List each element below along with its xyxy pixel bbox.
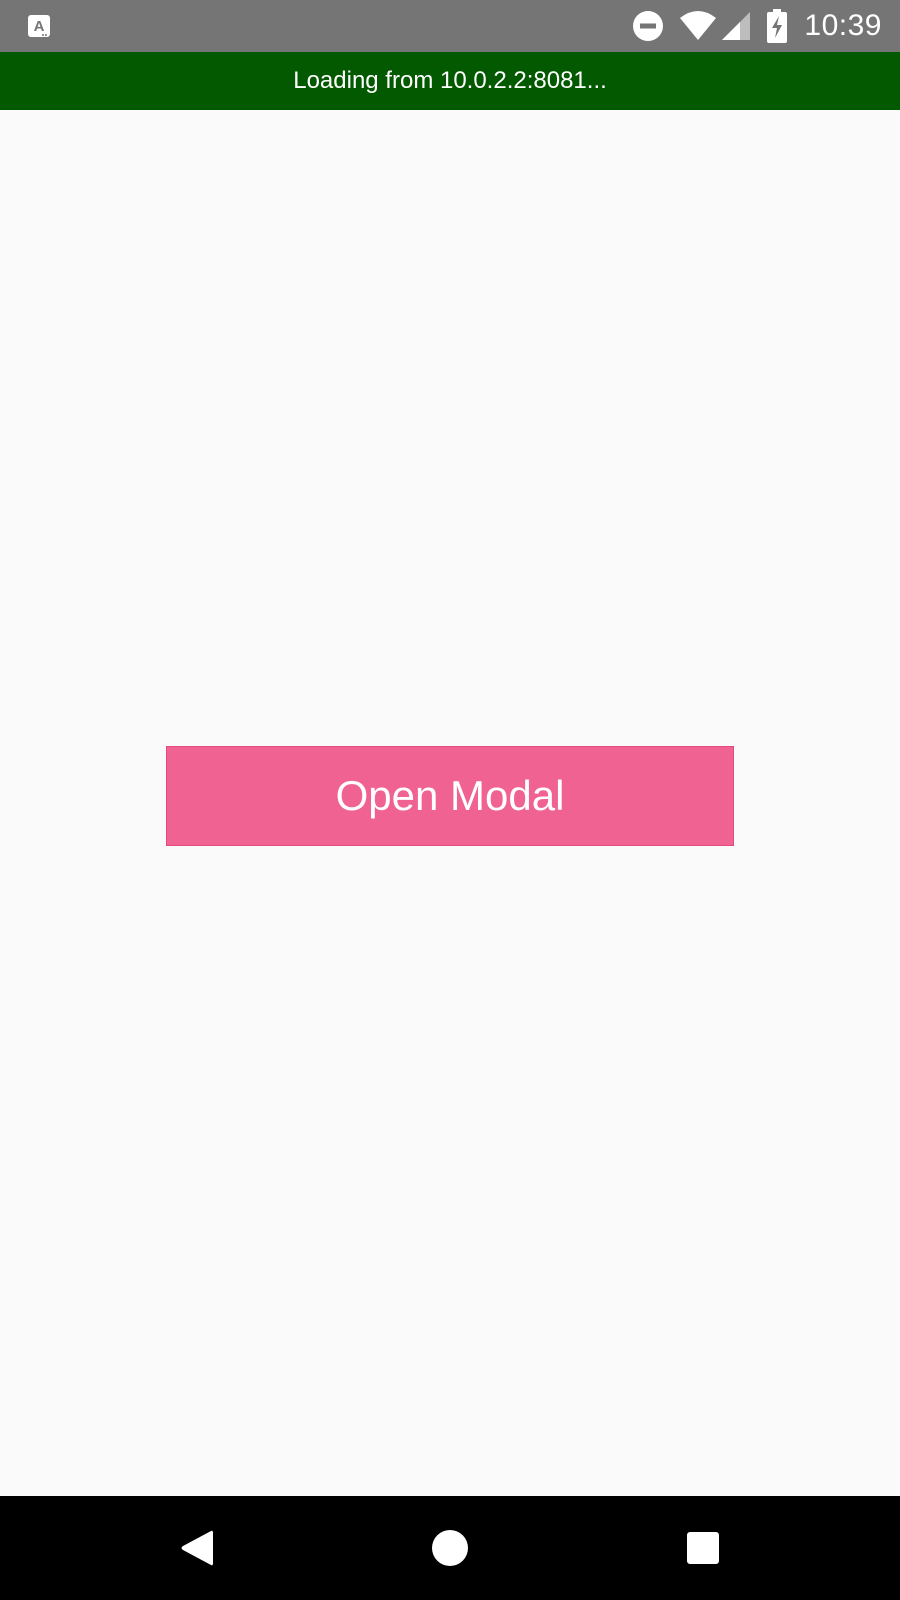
cellular-signal-icon (722, 12, 751, 40)
status-icons: 10:39 (632, 0, 882, 52)
navigation-bar (0, 1496, 900, 1600)
battery-charging-icon (767, 9, 788, 43)
home-button[interactable] (430, 1528, 470, 1568)
loading-banner-text: Loading from 10.0.2.2:8081... (293, 67, 607, 94)
recents-button[interactable] (683, 1528, 723, 1568)
recents-square-icon (687, 1532, 719, 1564)
loading-banner: Loading from 10.0.2.2:8081... (0, 52, 900, 110)
status-time: 10:39 (804, 9, 882, 42)
main-content: Open Modal (0, 110, 900, 1496)
status-bar: A 10:39 (0, 0, 900, 52)
back-button[interactable] (177, 1528, 217, 1568)
wifi-icon (680, 11, 717, 40)
back-triangle-icon (181, 1530, 213, 1566)
do-not-disturb-icon (633, 11, 664, 41)
svg-text:A: A (34, 18, 45, 35)
open-modal-button[interactable]: Open Modal (166, 746, 734, 846)
app-screen: A 10:39 Loading from 10.0.2.2:8081... Op… (0, 0, 900, 1600)
accessibility-a-icon: A (27, 14, 51, 38)
home-circle-icon (432, 1530, 468, 1566)
